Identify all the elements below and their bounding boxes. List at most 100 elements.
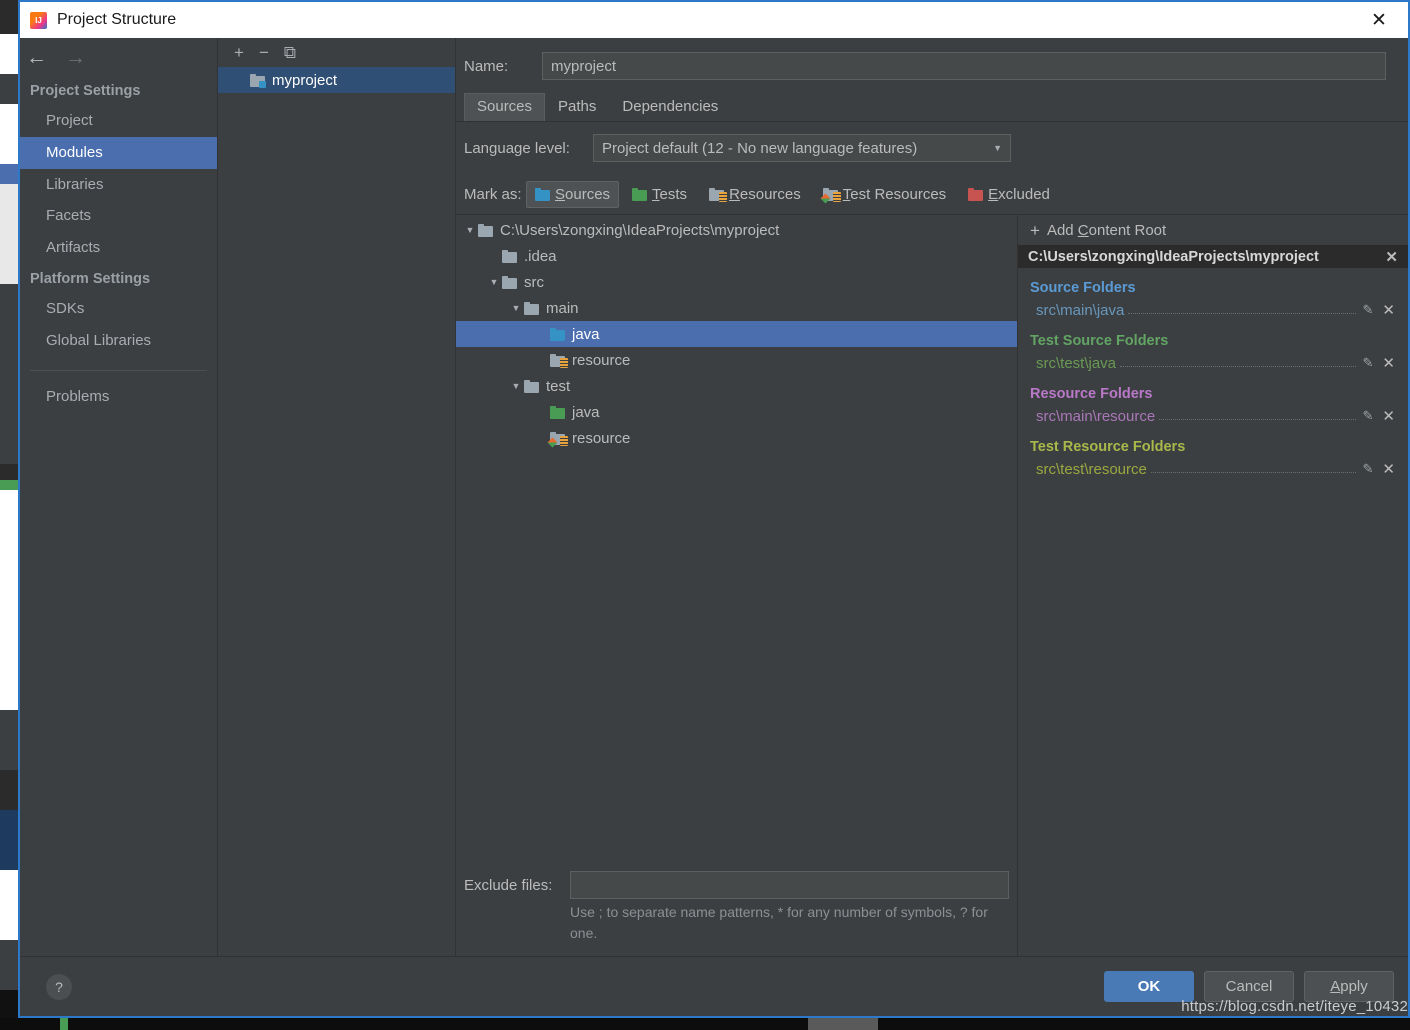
sidebar-item-libraries[interactable]: Libraries [20,169,217,201]
mark-resources-rest: esources [739,185,801,203]
folder-blue-icon [550,327,565,341]
add-content-root-button[interactable]: + Add Content Root [1018,215,1408,245]
sidebar-navigation-arrows: ← → [20,38,217,76]
close-icon[interactable]: ✕ [1364,5,1394,35]
tab-paths[interactable]: Paths [545,93,609,121]
tree-row[interactable]: resource [456,347,1017,373]
dotted-leader [1159,408,1356,420]
plus-icon: + [1030,220,1040,240]
sidebar-group-platform-settings: Platform Settings [30,270,151,287]
mark-sources-rest: ources [565,185,611,203]
os-taskbar-strip [0,1018,1410,1030]
modules-pane: + − ⧉ myproject [218,38,456,956]
mark-as-label: Mark as: [464,185,522,203]
sidebar-item-facets[interactable]: Facets [20,200,217,232]
exclude-files-hint: Use ; to separate name patterns, * for a… [570,904,988,941]
sidebar-item-global-libraries[interactable]: Global Libraries [20,325,217,357]
chevron-down-icon[interactable]: ▼ [486,277,502,287]
language-level-dropdown[interactable]: Project default (12 - No new language fe… [593,134,1011,162]
sources-split: ▼ C:\Users\zongxing\IdeaProjects\myproje… [456,214,1408,956]
modules-list: myproject [218,67,455,956]
mark-as-test-resources-button[interactable]: Test Resources [814,181,955,208]
tree-item-label: java [572,403,600,421]
mark-excluded-rest: xcluded [998,185,1050,203]
folder-test-resource-icon [550,431,568,446]
test-source-folder-row[interactable]: src\test\java ✎ ✕ [1018,352,1408,374]
ok-button[interactable]: OK [1104,971,1194,1002]
sources-tab-content: Language level: Project default (12 - No… [456,122,1408,956]
edit-pencil-icon[interactable]: ✎ [1360,302,1377,318]
help-button[interactable]: ? [46,973,72,1000]
add-root-mnemonic: C [1077,221,1089,239]
mark-tests-rest: ests [659,185,688,203]
exclude-files-input[interactable] [570,871,1009,899]
sidebar-item-artifacts[interactable]: Artifacts [20,232,217,264]
tab-sources[interactable]: Sources [464,92,546,121]
tree-row[interactable]: java [456,399,1017,425]
exclude-files-block: Exclude files: Use ; to separate name pa… [456,868,1017,956]
mark-as-tests-button[interactable]: Tests [623,181,696,208]
folder-green-icon [550,405,565,419]
sidebar-item-sdks[interactable]: SDKs [20,293,217,325]
sidebar-item-project[interactable]: Project [20,105,217,137]
copy-module-icon[interactable]: ⧉ [284,44,296,61]
module-name-input[interactable] [542,52,1386,80]
tree-item-label: main [546,299,579,317]
intellij-idea-logo-icon [30,11,47,29]
remove-folder-icon[interactable]: ✕ [1376,354,1398,372]
remove-folder-icon[interactable]: ✕ [1376,407,1398,425]
tree-row[interactable]: resource [456,425,1017,451]
remove-folder-icon[interactable]: ✕ [1376,460,1398,478]
chevron-down-icon[interactable]: ▼ [508,381,524,391]
apply-rest: pply [1340,978,1368,995]
cancel-button[interactable]: Cancel [1204,971,1294,1002]
tree-row-selected[interactable]: java [456,321,1017,347]
apply-button[interactable]: Apply [1304,971,1394,1002]
mark-as-resources-button[interactable]: Resources [700,181,810,208]
tree-item-label: resource [572,429,631,447]
edit-pencil-icon[interactable]: ✎ [1360,461,1377,477]
tree-item-label: resource [572,351,631,369]
remove-folder-icon[interactable]: ✕ [1376,301,1398,319]
module-list-item[interactable]: myproject [218,67,455,93]
dialog-footer: ? OK Cancel Apply https://blog.csdn.net/… [20,956,1408,1016]
mark-as-sources-button[interactable]: Sources [526,180,620,208]
module-name-label: myproject [272,71,338,89]
mark-as-row: Mark as: Sources Tests Resources Test Re… [456,174,1408,214]
chevron-down-icon[interactable]: ▼ [508,303,524,313]
module-tabs: Sources Paths Dependencies [456,92,1408,122]
tree-row[interactable]: ▼ test [456,373,1017,399]
chevron-down-icon[interactable]: ▼ [462,225,478,235]
tree-row[interactable]: ▼ main [456,295,1017,321]
edit-pencil-icon[interactable]: ✎ [1360,355,1377,371]
resource-folder-row[interactable]: src\main\resource ✎ ✕ [1018,405,1408,427]
settings-sidebar: ← → Project Settings Project Modules Lib… [20,38,218,956]
tab-dependencies[interactable]: Dependencies [609,93,731,121]
dotted-leader [1128,302,1356,314]
remove-module-icon[interactable]: − [259,44,269,61]
sidebar-item-problems[interactable]: Problems [20,381,217,413]
tree-row[interactable]: ▼ src [456,269,1017,295]
remove-content-root-icon[interactable]: ✕ [1385,248,1398,266]
tree-item-label: java [572,325,600,343]
source-folder-row[interactable]: src\main\java ✎ ✕ [1018,299,1408,321]
tree-row[interactable]: ▼ C:\Users\zongxing\IdeaProjects\myproje… [456,217,1017,243]
add-module-icon[interactable]: + [234,44,244,61]
content-tree-pane: ▼ C:\Users\zongxing\IdeaProjects\myproje… [456,215,1018,956]
folder-grey-icon [502,275,517,289]
mark-excluded-mnemonic: E [988,185,999,203]
sidebar-group-project-settings: Project Settings [30,83,141,99]
sidebar-item-modules[interactable]: Modules [20,136,217,169]
name-label: Name: [464,57,509,75]
edit-pencil-icon[interactable]: ✎ [1360,408,1377,424]
tree-item-label: src [524,273,544,291]
mark-as-excluded-button[interactable]: Excluded [959,181,1059,208]
content-roots-pane: + Add Content Root C:\Users\zongxing\Ide… [1018,215,1408,956]
content-tree: ▼ C:\Users\zongxing\IdeaProjects\myproje… [456,215,1017,868]
dialog-titlebar: Project Structure ✕ [20,0,1408,38]
test-resource-folder-row[interactable]: src\test\resource ✎ ✕ [1018,458,1408,480]
forward-arrow-icon[interactable]: → [65,47,86,68]
back-arrow-icon[interactable]: ← [26,47,47,68]
test-resource-folder-path: src\test\resource [1036,460,1147,478]
tree-row[interactable]: .idea [456,243,1017,269]
